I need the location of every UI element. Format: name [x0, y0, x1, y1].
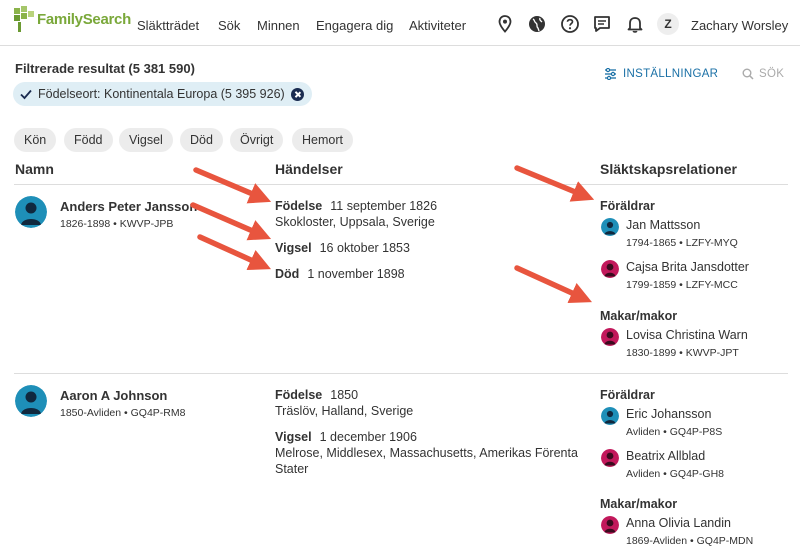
female-avatar-icon: [601, 449, 619, 467]
event-birth: Födelse 11 september 1826: [275, 199, 437, 213]
event-place-continued: Stater: [275, 462, 309, 476]
arrow-to-spouses: [514, 265, 593, 304]
logo-text: FamilySearch: [37, 10, 131, 28]
filter-chip-birthplace[interactable]: Födelseort: Kontinentala Europa (5 395 9…: [13, 82, 312, 106]
female-avatar-icon: [601, 328, 619, 346]
event-place: Träslöv, Halland, Sverige: [275, 404, 414, 418]
event-label: Vigsel: [275, 430, 312, 444]
relative-name[interactable]: Eric Johansson: [626, 407, 711, 421]
tree-logo-icon: [14, 6, 34, 32]
chat-icon[interactable]: [592, 14, 612, 34]
arrow-to-marriage: [190, 202, 272, 241]
relative-name[interactable]: Lovisa Christina Warn: [626, 328, 748, 342]
nav-item-tree[interactable]: Släktträdet: [137, 18, 199, 33]
arrow-to-parents: [514, 165, 595, 202]
column-header-events: Händelser: [275, 161, 343, 177]
event-label: Födelse: [275, 199, 323, 213]
relative-meta: Avliden • GQ4P-GH8: [626, 468, 725, 480]
sliders-icon: [605, 68, 616, 80]
relative-name[interactable]: Anna Olivia Landin: [626, 516, 731, 530]
event-birth: Födelse 1850: [275, 388, 358, 402]
column-header-relations: Släktskapsrelationer: [600, 161, 737, 177]
nav-item-memories[interactable]: Minnen: [257, 18, 300, 33]
event-place: Skokloster, Uppsala, Sverige: [275, 215, 435, 229]
facet-born[interactable]: Född: [64, 128, 113, 152]
relative-name[interactable]: Cajsa Brita Jansdotter: [626, 260, 749, 274]
search-label: SÖK: [759, 68, 785, 80]
remove-filter-icon[interactable]: [290, 87, 304, 101]
parents-heading: Föräldrar: [600, 199, 655, 213]
facet-gender[interactable]: Kön: [14, 128, 57, 152]
parents-heading: Föräldrar: [600, 388, 655, 402]
user-name[interactable]: Zachary Worsley: [691, 18, 788, 33]
nav-item-search[interactable]: Sök: [218, 18, 240, 33]
results-title: Filtrerade resultat (5 381 590): [15, 61, 195, 76]
male-avatar-icon: [601, 407, 619, 425]
familysearch-logo[interactable]: FamilySearch: [14, 6, 131, 32]
facet-death[interactable]: Död: [180, 128, 223, 152]
person-name[interactable]: Aaron A Johnson: [60, 388, 167, 403]
event-date: 16 oktober 1853: [319, 241, 410, 255]
divider: [14, 373, 788, 374]
facet-other[interactable]: Övrigt: [230, 128, 284, 152]
filter-chip-label: Födelseort: Kontinentala Europa (5 395 9…: [38, 87, 285, 101]
event-label: Födelse: [275, 388, 323, 402]
female-avatar-icon: [601, 260, 619, 278]
event-marriage: Vigsel 1 december 1906: [275, 430, 417, 444]
relative-meta: 1799-1859 • LZFY-MCC: [626, 279, 738, 291]
event-death: Död 1 november 1898: [275, 267, 405, 281]
checkmark-icon: [20, 89, 32, 100]
relative-name[interactable]: Jan Mattsson: [626, 218, 700, 232]
event-place: Melrose, Middlesex, Massachusetts, Ameri…: [275, 446, 578, 460]
event-label: Vigsel: [275, 241, 312, 255]
globe-icon[interactable]: [527, 14, 547, 34]
event-date: 1850: [330, 388, 359, 402]
person-name[interactable]: Anders Peter Jansson: [60, 199, 197, 214]
relative-meta: Avliden • GQ4P-P8S: [626, 426, 723, 438]
person-meta: 1850-Avliden • GQ4P-RM8: [60, 407, 186, 419]
event-date: 1 november 1898: [307, 267, 405, 281]
divider: [14, 184, 788, 185]
top-navigation: FamilySearch Släktträdet Sök Minnen Enga…: [0, 0, 800, 46]
search-icon: [742, 68, 754, 80]
facet-marriage[interactable]: Vigsel: [119, 128, 173, 152]
search-button[interactable]: SÖK: [742, 68, 784, 80]
column-header-name: Namn: [15, 161, 54, 177]
arrow-to-death: [197, 234, 272, 271]
spouses-heading: Makar/makor: [600, 309, 678, 323]
relative-meta: 1830-1899 • KWVP-JPT: [626, 347, 739, 359]
nav-item-engage[interactable]: Engagera dig: [316, 18, 393, 33]
relative-meta: 1794-1865 • LZFY-MYQ: [626, 237, 738, 249]
male-avatar-icon: [15, 196, 47, 228]
relative-meta: 1869-Avliden • GQ4P-MDN: [626, 535, 754, 547]
event-date: 11 september 1826: [330, 199, 438, 213]
location-pin-icon[interactable]: [495, 14, 515, 34]
male-avatar-icon: [15, 385, 47, 417]
relative-name[interactable]: Beatrix Allblad: [626, 449, 705, 463]
settings-label: INSTÄLLNINGAR: [623, 68, 719, 80]
event-date: 1 december 1906: [319, 430, 417, 444]
nav-item-activities[interactable]: Aktiviteter: [409, 18, 466, 33]
male-avatar-icon: [601, 218, 619, 236]
person-meta: 1826-1898 • KWVP-JPB: [60, 218, 174, 230]
female-avatar-icon: [601, 516, 619, 534]
settings-button[interactable]: INSTÄLLNINGAR: [604, 68, 718, 80]
bell-icon[interactable]: [625, 14, 645, 34]
user-avatar[interactable]: Z: [657, 13, 679, 35]
event-label: Död: [275, 267, 300, 281]
facet-residence[interactable]: Hemort: [292, 128, 353, 152]
help-icon[interactable]: [560, 14, 580, 34]
spouses-heading: Makar/makor: [600, 497, 678, 511]
event-marriage: Vigsel 16 oktober 1853: [275, 241, 410, 255]
